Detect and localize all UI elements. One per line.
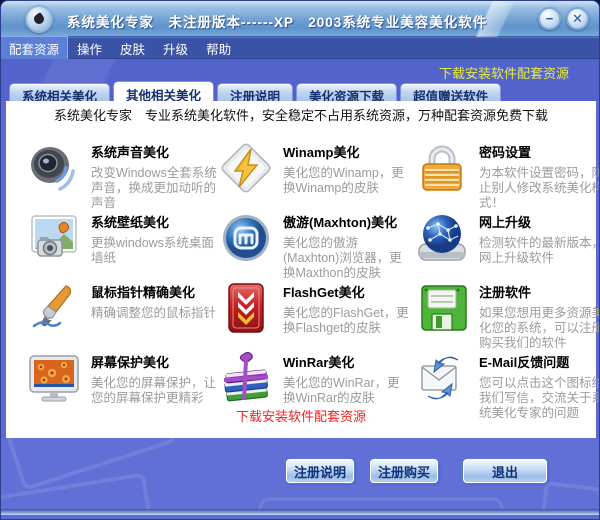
feature-title: 密码设置	[479, 142, 600, 161]
winamp-icon[interactable]	[218, 140, 274, 196]
register-info-button[interactable]: 注册说明	[286, 459, 354, 483]
feature-desc: 为本软件设置密码，防止别人修改系统美化样式！	[479, 166, 600, 211]
tab-bar: 系统相关美化 其他相关美化 注册说明 美化资源下载 超值赠送软件	[9, 81, 504, 101]
feature-item-email-feedback[interactable]: E-Mail反馈问题 您可以点击这个图标给我们写信，交流关于系统美化专家的问题	[414, 350, 596, 409]
tab-system-beautify[interactable]: 系统相关美化	[9, 83, 110, 101]
wallpaper-icon[interactable]	[26, 210, 82, 266]
feature-desc: 改变Windows全套系统声音，换成更加动听的声音	[91, 166, 219, 211]
feature-desc: 美化您的WinRar，更换WinRar的皮肤	[283, 376, 411, 406]
floppy-icon[interactable]	[414, 280, 470, 336]
feature-title: 鼠标指针精确美化	[91, 282, 219, 301]
feature-title: 网上升级	[479, 212, 600, 231]
tab-resource-download[interactable]: 美化资源下载	[296, 83, 397, 101]
feature-desc: 美化您的傲游(Maxhton)浏览器，更换Maxthon的皮肤	[283, 236, 411, 281]
download-resources-link-bottom[interactable]: 下载安装软件配套资源	[6, 406, 596, 425]
download-resources-link-top[interactable]: 下载安装软件配套资源	[439, 63, 569, 82]
feature-title: WinRar美化	[283, 352, 411, 371]
window-title: 系统美化专家 未注册版本------XP 2003系统专业美容美化软件	[67, 11, 487, 31]
lock-icon[interactable]	[414, 140, 470, 196]
feature-item-cursor[interactable]: 鼠标指针精确美化 精确调整您的鼠标指针	[26, 280, 218, 339]
feature-desc: 如果您想用更多资源美化您的系统，可以注册购买我们的软件	[479, 306, 600, 351]
feature-grid: 系统声音美化 改变Windows全套系统声音，换成更加动听的声音 Winamp美…	[6, 124, 596, 409]
feature-title: E-Mail反馈问题	[479, 352, 600, 371]
speaker-icon[interactable]	[26, 140, 82, 196]
main-content: 系统美化专家 专业系统美化软件，安全稳定不占用系统资源，万种配套资源免费下载 系…	[6, 101, 596, 438]
tab-register-info[interactable]: 注册说明	[217, 83, 293, 101]
minimize-button[interactable]: −	[538, 7, 561, 30]
email-icon[interactable]	[414, 350, 470, 406]
feature-title: FlashGet美化	[283, 282, 411, 301]
title-bar[interactable]: 系统美化专家 未注册版本------XP 2003系统专业美容美化软件 − ✕	[1, 1, 600, 37]
winrar-icon[interactable]	[218, 350, 274, 406]
slogan-banner: 系统美化专家 专业系统美化软件，安全稳定不占用系统资源，万种配套资源免费下载	[6, 101, 596, 124]
feature-item-system-sound[interactable]: 系统声音美化 改变Windows全套系统声音，换成更加动听的声音	[26, 140, 218, 199]
feature-item-flashget[interactable]: FlashGet美化 美化您的FlashGet，更换Flashget的皮肤	[218, 280, 414, 339]
feature-title: Winamp美化	[283, 142, 411, 161]
feature-item-password[interactable]: 密码设置 为本软件设置密码，防止别人修改系统美化样式！	[414, 140, 596, 199]
window-bottom-edge	[1, 509, 600, 515]
feature-item-winamp[interactable]: Winamp美化 美化您的Winamp，更换Winamp的皮肤	[218, 140, 414, 199]
tab-other-beautify[interactable]: 其他相关美化	[113, 81, 214, 101]
flashget-icon[interactable]	[218, 280, 274, 336]
feature-title: 傲游(Maxhton)美化	[283, 212, 411, 231]
app-window: 系统美化专家 未注册版本------XP 2003系统专业美容美化软件 − ✕ …	[0, 0, 600, 520]
sub-header: 下载安装软件配套资源 系统相关美化 其他相关美化 注册说明 美化资源下载 超值赠…	[1, 59, 600, 101]
menu-bar: 配套资源 操作 皮肤 升级 帮助	[1, 38, 600, 59]
app-icon[interactable]	[25, 5, 53, 33]
globe-drive-icon[interactable]	[414, 210, 470, 266]
feature-desc: 精确调整您的鼠标指针	[91, 306, 219, 321]
menu-item-resources[interactable]: 配套资源	[1, 37, 67, 60]
menu-item-skin[interactable]: 皮肤	[112, 37, 153, 60]
feature-title: 屏幕保护美化	[91, 352, 219, 371]
feature-desc: 美化您的Winamp，更换Winamp的皮肤	[283, 166, 411, 196]
feature-desc: 更换windows系统桌面墙纸	[91, 236, 219, 266]
feature-item-online-upgrade[interactable]: 网上升级 检测软件的最新版本，网上升级软件	[414, 210, 596, 269]
maxthon-icon[interactable]	[218, 210, 274, 266]
close-button[interactable]: ✕	[566, 7, 589, 30]
feature-desc: 检测软件的最新版本，网上升级软件	[479, 236, 600, 266]
footer-bar: 注册说明 注册购买 退出	[1, 438, 600, 515]
feature-item-winrar[interactable]: WinRar美化 美化您的WinRar，更换WinRar的皮肤	[218, 350, 414, 409]
feature-title: 系统声音美化	[91, 142, 219, 161]
feature-title: 注册软件	[479, 282, 600, 301]
menu-item-help[interactable]: 帮助	[198, 37, 239, 60]
feature-desc: 美化您的屏幕保护，让您的屏幕保护更精彩	[91, 376, 219, 406]
feature-desc: 美化您的FlashGet，更换Flashget的皮肤	[283, 306, 411, 336]
exit-button[interactable]: 退出	[463, 459, 547, 483]
screensaver-icon[interactable]	[26, 350, 82, 406]
menu-item-operate[interactable]: 操作	[69, 37, 110, 60]
tab-bonus-software[interactable]: 超值赠送软件	[400, 83, 501, 101]
feature-item-register[interactable]: 注册软件 如果您想用更多资源美化您的系统，可以注册购买我们的软件	[414, 280, 596, 339]
feature-title: 系统壁纸美化	[91, 212, 219, 231]
register-buy-button[interactable]: 注册购买	[370, 459, 438, 483]
feature-item-wallpaper[interactable]: 系统壁纸美化 更换windows系统桌面墙纸	[26, 210, 218, 269]
brush-icon[interactable]	[26, 280, 82, 336]
feature-item-screensaver[interactable]: 屏幕保护美化 美化您的屏幕保护，让您的屏幕保护更精彩	[26, 350, 218, 409]
feature-item-maxthon[interactable]: 傲游(Maxhton)美化 美化您的傲游(Maxhton)浏览器，更换Maxth…	[218, 210, 414, 269]
menu-item-upgrade[interactable]: 升级	[155, 37, 196, 60]
